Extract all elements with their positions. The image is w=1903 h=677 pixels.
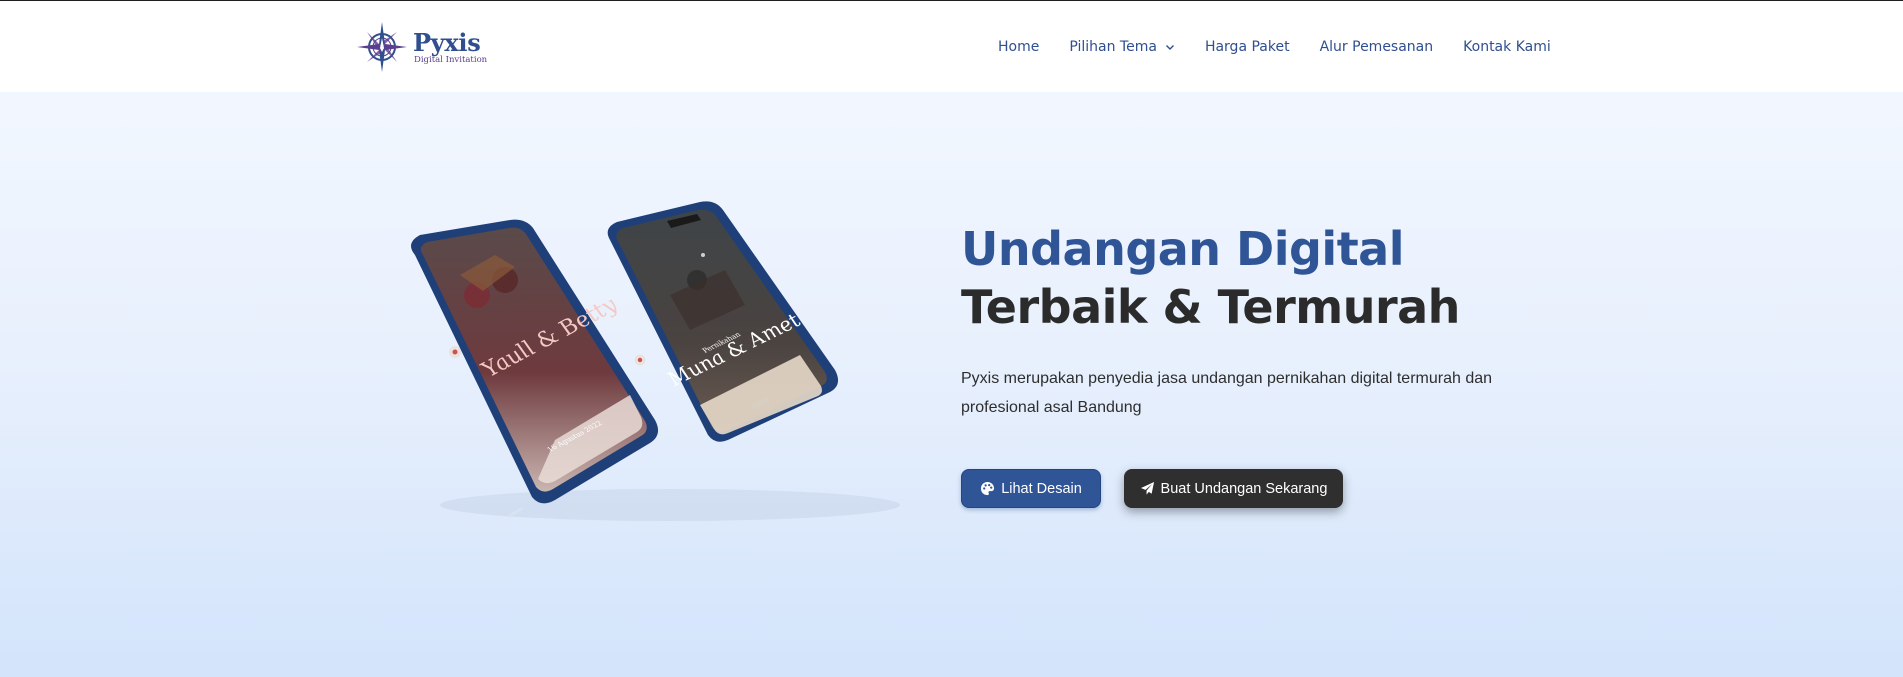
nav-kontak-kami-label: Kontak Kami xyxy=(1463,39,1551,55)
nav-home[interactable]: Home xyxy=(998,33,1039,61)
buat-undangan-label: Buat Undangan Sekarang xyxy=(1160,480,1328,497)
nav-alur-pemesanan-label: Alur Pemesanan xyxy=(1319,39,1434,55)
left-phone-mockup: Yaull & Betty 16 Agustus 2022 xyxy=(411,219,659,518)
nav-harga-paket[interactable]: Harga Paket xyxy=(1205,33,1290,61)
compass-star-icon xyxy=(357,22,407,72)
brand-tagline: Digital Invitation xyxy=(414,54,488,65)
paper-plane-icon xyxy=(1140,481,1154,495)
site-header: Pyxis Digital Invitation Home Pilihan Te… xyxy=(0,1,1903,92)
lihat-desain-button[interactable]: Lihat Desain xyxy=(961,469,1101,508)
nav-kontak-kami[interactable]: Kontak Kami xyxy=(1463,33,1551,61)
lihat-desain-label: Lihat Desain xyxy=(1001,480,1082,497)
hero-headline: Undangan Digital Terbaik & Termurah xyxy=(961,220,1581,336)
nav-alur-pemesanan[interactable]: Alur Pemesanan xyxy=(1320,33,1434,61)
nav-harga-paket-label: Harga Paket xyxy=(1204,39,1290,55)
chevron-down-icon xyxy=(1165,45,1174,50)
phone-mockups-image: Yaull & Betty 16 Agustus 2022 Pernikahan… xyxy=(411,201,900,521)
brand-logo[interactable]: Pyxis Digital Invitation xyxy=(355,20,487,74)
nav-pilihan-tema[interactable]: Pilihan Tema xyxy=(1069,33,1175,61)
hero-title-line2: Terbaik & Termurah xyxy=(961,280,1460,334)
brand-name: Pyxis xyxy=(413,27,481,57)
buat-undangan-button[interactable]: Buat Undangan Sekarang xyxy=(1124,469,1343,508)
main-nav: Home Pilihan Tema Harga Paket Alur Pemes… xyxy=(998,33,1551,61)
nav-home-label: Home xyxy=(998,39,1040,55)
palette-icon xyxy=(981,481,995,496)
nav-pilihan-tema-label: Pilihan Tema xyxy=(1069,39,1157,55)
hero-description: Pyxis merupakan penyedia jasa undangan p… xyxy=(961,370,1493,416)
hero-section xyxy=(0,92,1903,677)
hero-title-line1: Undangan Digital xyxy=(961,222,1405,276)
